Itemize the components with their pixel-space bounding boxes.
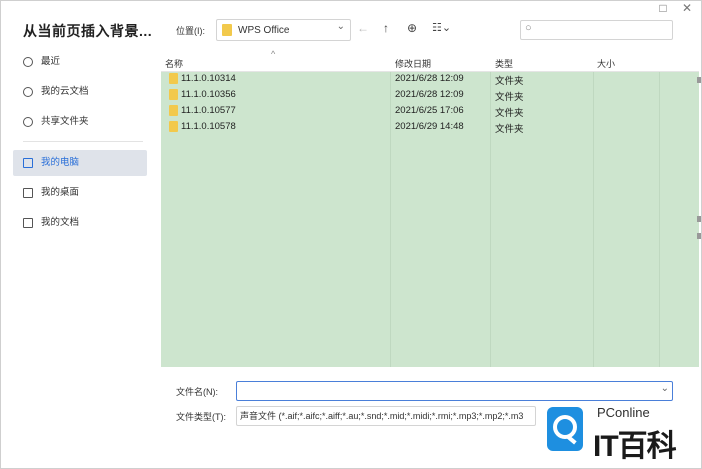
new-folder-button[interactable]: ⊕ — [407, 21, 417, 35]
sidebar-item-label: 最近 — [41, 56, 61, 67]
location-value: WPS Office — [238, 24, 290, 36]
file-name: 11.1.0.10356 — [181, 89, 236, 100]
sidebar-item-documents[interactable]: 我的文档 — [13, 210, 147, 236]
file-name: 11.1.0.10314 — [181, 73, 236, 84]
file-type: 文件夹 — [495, 76, 524, 87]
watermark: PConline IT百科 — [541, 403, 699, 463]
sort-arrow-icon: ^ — [271, 49, 276, 59]
file-date: 2021/6/29 14:48 — [395, 121, 464, 132]
scroll-marker — [697, 233, 701, 239]
folder-icon — [169, 105, 178, 116]
filetype-label: 文件类型(T): — [176, 412, 226, 422]
folder-icon — [169, 121, 178, 132]
table-row[interactable]: 11.1.0.10356 2021/6/28 12:09 文件夹 — [161, 87, 699, 103]
sidebar-item-cloud-docs[interactable]: 我的云文档 — [13, 79, 147, 105]
desktop-icon — [23, 188, 33, 198]
location-label: 位置(I): — [176, 26, 205, 36]
file-date: 2021/6/28 12:09 — [395, 73, 464, 84]
folder-icon — [169, 89, 178, 100]
documents-icon — [23, 218, 33, 228]
scroll-marker — [697, 77, 701, 83]
sidebar-item-label: 共享文件夹 — [41, 116, 89, 127]
scroll-marker — [697, 216, 701, 222]
filename-input[interactable]: ⌄ — [236, 381, 673, 401]
file-date: 2021/6/25 17:06 — [395, 105, 464, 116]
restore-button[interactable]: □ — [653, 1, 673, 15]
folder-icon — [222, 24, 232, 36]
watermark-name: IT百科 — [593, 430, 677, 463]
location-dropdown[interactable]: WPS Office ⌄ — [216, 19, 351, 41]
column-header-type[interactable]: 类型 — [495, 57, 513, 70]
file-list: 名称 ^ 修改日期 类型 大小 11.1.0.10314 2021/6/28 1… — [161, 49, 699, 367]
file-dialog: 从当前页插入背景... □ ✕ 最近 我的云文档 共享文件夹 我的电脑 我的桌面… — [0, 0, 702, 469]
column-header-size[interactable]: 大小 — [597, 57, 615, 70]
sidebar: 最近 我的云文档 共享文件夹 我的电脑 我的桌面 我的文档 — [13, 49, 147, 240]
sidebar-item-desktop[interactable]: 我的桌面 — [13, 180, 147, 206]
folder-icon — [169, 73, 178, 84]
table-row[interactable]: 11.1.0.10578 2021/6/29 14:48 文件夹 — [161, 119, 699, 135]
sidebar-item-label: 我的文档 — [41, 217, 80, 228]
file-type: 文件夹 — [495, 124, 524, 135]
column-header-name[interactable]: 名称 — [165, 57, 183, 70]
chevron-down-icon: ⌄ — [336, 21, 345, 32]
share-icon — [23, 117, 33, 127]
clock-icon — [23, 57, 33, 67]
table-row[interactable]: 11.1.0.10314 2021/6/28 12:09 文件夹 — [161, 71, 699, 87]
sidebar-item-my-computer[interactable]: 我的电脑 — [13, 150, 147, 176]
chevron-down-icon[interactable]: ⌄ — [661, 383, 669, 394]
back-button[interactable]: ← — [357, 21, 369, 35]
search-icon: ○ — [525, 22, 532, 34]
sidebar-item-label: 我的桌面 — [41, 187, 80, 198]
file-name: 11.1.0.10578 — [181, 121, 236, 132]
view-mode-button[interactable]: ☷⌄ — [432, 21, 451, 34]
file-type: 文件夹 — [495, 92, 524, 103]
close-button[interactable]: ✕ — [677, 1, 697, 15]
sidebar-item-label: 我的电脑 — [41, 157, 80, 168]
file-type: 文件夹 — [495, 108, 524, 119]
file-name: 11.1.0.10577 — [181, 105, 236, 116]
file-list-header: 名称 ^ 修改日期 类型 大小 — [161, 49, 699, 72]
up-folder-button[interactable]: ↑ — [383, 21, 389, 35]
sidebar-item-shared[interactable]: 共享文件夹 — [13, 109, 147, 135]
sidebar-item-recent[interactable]: 最近 — [13, 49, 147, 75]
cloud-doc-icon — [23, 87, 33, 97]
search-input[interactable]: ○ — [520, 20, 673, 40]
column-header-date[interactable]: 修改日期 — [395, 57, 431, 70]
watermark-brand: PConline — [597, 405, 650, 420]
pconline-logo-icon — [547, 407, 583, 451]
dialog-title: 从当前页插入背景... — [23, 23, 153, 39]
sidebar-divider — [23, 141, 143, 142]
file-date: 2021/6/28 12:09 — [395, 89, 464, 100]
computer-icon — [23, 158, 33, 168]
sidebar-item-label: 我的云文档 — [41, 86, 89, 97]
filetype-select[interactable]: 声音文件 (*.aif;*.aifc;*.aiff;*.au;*.snd;*.m… — [236, 406, 536, 426]
filename-label: 文件名(N): — [176, 387, 218, 397]
table-row[interactable]: 11.1.0.10577 2021/6/25 17:06 文件夹 — [161, 103, 699, 119]
